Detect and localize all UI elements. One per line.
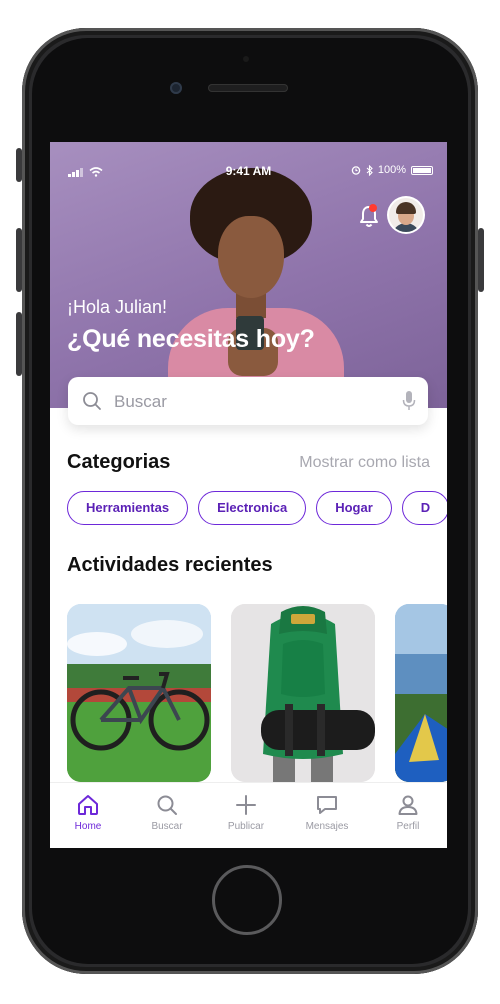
page-title: ¿Qué necesitas hoy?: [67, 325, 315, 353]
chip-hogar[interactable]: Hogar: [316, 491, 392, 525]
tab-publish[interactable]: Publicar: [216, 793, 276, 832]
tab-label: Mensajes: [305, 821, 349, 832]
chip-herramientas[interactable]: Herramientas: [67, 491, 189, 525]
tent-photo: [395, 604, 447, 782]
battery-percent: 100%: [377, 164, 406, 176]
volume-up-button: [16, 228, 22, 292]
search-icon: [157, 795, 177, 815]
categories-title: Categorias: [67, 451, 171, 473]
chip-more[interactable]: D: [401, 491, 447, 525]
tab-label: Buscar: [151, 821, 183, 832]
earpiece-speaker: [208, 84, 288, 92]
volume-down-button: [16, 312, 22, 376]
hero-photo: [168, 168, 344, 408]
bluetooth-icon: [366, 164, 373, 176]
app-screen: 9:41 AM 100% ¡Hola Julian! ¿Qué necesita…: [50, 142, 447, 848]
status-right: 100%: [351, 164, 433, 176]
microphone-icon[interactable]: [402, 390, 416, 412]
greeting-text: ¡Hola Julian!: [67, 297, 168, 317]
activity-card-backpack[interactable]: [231, 604, 375, 782]
category-chips: Herramientas Electronica Hogar D: [67, 491, 447, 529]
chat-icon: [317, 796, 337, 814]
tab-label: Home: [74, 821, 102, 832]
tab-label: Publicar: [227, 821, 265, 832]
notification-badge: [369, 204, 377, 212]
avatar[interactable]: [389, 198, 423, 232]
tab-profile[interactable]: Perfil: [378, 793, 438, 832]
home-icon: [78, 795, 98, 815]
search-input[interactable]: [112, 389, 386, 415]
show-as-list-link[interactable]: Mostrar como lista: [299, 454, 430, 472]
search-icon: [83, 392, 101, 410]
chip-electronica[interactable]: Electronica: [198, 491, 307, 525]
hero-banner: 9:41 AM 100% ¡Hola Julian! ¿Qué necesita…: [50, 142, 447, 408]
front-camera: [170, 82, 182, 94]
proximity-sensor: [243, 56, 249, 62]
home-button: [212, 865, 282, 935]
search-bar: [68, 377, 428, 425]
tab-home[interactable]: Home: [58, 793, 118, 832]
power-button: [478, 228, 484, 292]
alarm-icon: [351, 166, 361, 175]
status-bar: 9:41 AM 100%: [50, 164, 447, 182]
user-icon: [398, 795, 418, 815]
tab-messages[interactable]: Mensajes: [297, 793, 357, 832]
bottom-tab-bar: Home Buscar Publicar Mensajes Perfil: [50, 782, 447, 848]
recent-activities-title: Actividades recientes: [67, 554, 273, 576]
backpack-photo: [231, 604, 375, 782]
battery-icon: [411, 165, 433, 175]
tab-label: Perfil: [396, 821, 420, 832]
tab-search[interactable]: Buscar: [137, 793, 197, 832]
plus-icon: [236, 795, 256, 815]
side-switch: [16, 148, 22, 182]
activity-card-tent[interactable]: [395, 604, 447, 782]
bicycle-photo: [67, 604, 211, 782]
activity-card-bicycle[interactable]: [67, 604, 211, 782]
recent-activities-list: [67, 604, 447, 784]
